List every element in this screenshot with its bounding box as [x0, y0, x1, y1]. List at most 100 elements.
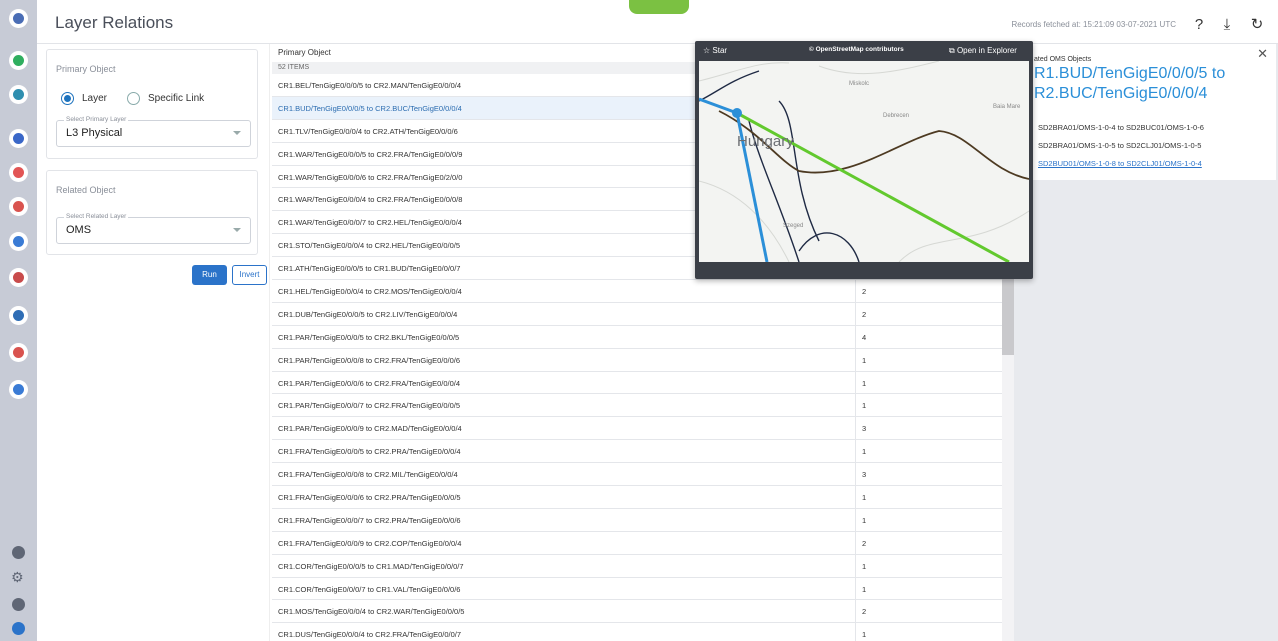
related-layer-label: Select Related Layer: [64, 213, 129, 220]
row-primary-object: CR1.HEL/TenGigE0/0/0/4 to CR2.MOS/TenGig…: [278, 287, 462, 297]
row-primary-object: CR1.PAR/TenGigE0/0/0/6 to CR2.FRA/TenGig…: [278, 378, 461, 388]
radio-layer[interactable]: Layer: [61, 92, 107, 105]
user-icon[interactable]: [12, 598, 25, 611]
chart-icon[interactable]: [9, 163, 28, 182]
close-icon[interactable]: ✕: [1257, 46, 1268, 62]
table-row[interactable]: CR1.COR/TenGigE0/0/0/7 to CR1.VAL/TenGig…: [272, 577, 1002, 601]
column-divider: [855, 486, 856, 508]
star-button[interactable]: ☆ Star: [703, 46, 727, 55]
related-item[interactable]: SD2BRA01/OMS-1-0-5 to SD2CLJ01/OMS-1-0-5: [1038, 141, 1201, 150]
row-count: 1: [862, 401, 867, 411]
row-count: 2: [862, 607, 867, 617]
related-objects-panel: ated OMS Objects ✕ R1.BUD/TenGigE0/0/0/5…: [1014, 44, 1278, 641]
invert-button[interactable]: Invert: [232, 265, 267, 285]
primary-layer-value: L3 Physical: [66, 127, 123, 139]
gear-icon[interactable]: ⚙: [11, 570, 24, 584]
row-primary-object: CR1.FRA/TenGigE0/0/0/5 to CR2.PRA/TenGig…: [278, 447, 461, 457]
row-count: 3: [862, 470, 867, 480]
row-count: 2: [862, 287, 867, 297]
drawer-tab[interactable]: [629, 0, 689, 14]
refresh-icon[interactable]: ↻: [1248, 16, 1266, 34]
open-in-explorer-button[interactable]: ⧉ Open in Explorer: [949, 46, 1017, 56]
map-toolbar: ☆ Star © OpenStreetMap contributors ⧉ Op…: [695, 41, 1033, 61]
item-count-text: 52 ITEMS: [278, 64, 310, 71]
run-button[interactable]: Run: [192, 265, 227, 285]
table-row[interactable]: CR1.FRA/TenGigE0/0/0/6 to CR2.PRA/TenGig…: [272, 486, 1002, 509]
table-row[interactable]: CR1.MOS/TenGigE0/0/0/4 to CR2.WAR/TenGig…: [272, 600, 1002, 624]
row-count: 1: [862, 447, 867, 457]
map-label-szeged: Szeged: [783, 223, 804, 229]
primary-layer-label: Select Primary Layer: [64, 116, 129, 123]
search-icon[interactable]: [9, 343, 28, 362]
table-row[interactable]: CR1.FRA/TenGigE0/0/0/5 to CR2.PRA/TenGig…: [272, 440, 1002, 464]
row-count: 2: [862, 309, 867, 319]
download-icon[interactable]: ⤓: [1218, 16, 1236, 34]
column-divider: [855, 554, 856, 577]
table-row[interactable]: CR1.PAR/TenGigE0/0/0/9 to CR2.MAD/TenGig…: [272, 417, 1002, 441]
row-count: 1: [862, 355, 867, 365]
fiber-icon[interactable]: [9, 268, 28, 287]
related-layer-select[interactable]: Select Related Layer OMS: [56, 213, 251, 244]
row-count: 1: [862, 493, 867, 503]
column-divider: [855, 302, 856, 325]
table-row[interactable]: CR1.PAR/TenGigE0/0/0/8 to CR2.FRA/TenGig…: [272, 348, 1002, 372]
table-row[interactable]: CR1.HEL/TenGigE0/0/0/4 to CR2.MOS/TenGig…: [272, 280, 1002, 303]
config-panel: Primary Object Layer Specific Link Selec…: [37, 44, 270, 641]
radio-selected-icon: [61, 92, 74, 105]
layers-icon[interactable]: [9, 380, 28, 399]
map-popup[interactable]: ☆ Star © OpenStreetMap contributors ⧉ Op…: [695, 41, 1033, 279]
help-icon[interactable]: ?: [1190, 16, 1208, 34]
shql-icon[interactable]: [9, 306, 28, 325]
row-primary-object: CR1.ATH/TenGigE0/0/0/5 to CR1.BUD/TenGig…: [278, 264, 461, 274]
row-primary-object: CR1.COR/TenGigE0/0/0/7 to CR1.VAL/TenGig…: [278, 584, 461, 594]
table-row[interactable]: CR1.COR/TenGigE0/0/0/5 to CR1.MAD/TenGig…: [272, 554, 1002, 578]
circle-icon[interactable]: [9, 85, 28, 104]
row-primary-object: CR1.BUD/TenGigE0/0/0/5 to CR2.BUC/TenGig…: [278, 103, 462, 113]
row-primary-object: CR1.WAR/TenGigE0/0/0/4 to CR2.FRA/TenGig…: [278, 195, 463, 205]
row-count: 1: [862, 561, 867, 571]
primary-layer-select[interactable]: Select Primary Layer L3 Physical: [56, 116, 251, 147]
wave-icon[interactable]: [9, 232, 28, 251]
table-row[interactable]: CR1.PAR/TenGigE0/0/0/7 to CR2.FRA/TenGig…: [272, 394, 1002, 418]
row-primary-object: CR1.FRA/TenGigE0/0/0/9 to CR2.COP/TenGig…: [278, 538, 462, 548]
flow-icon[interactable]: [9, 197, 28, 216]
compass-icon[interactable]: [9, 129, 28, 148]
table-row[interactable]: CR1.DUS/TenGigE0/0/0/4 to CR2.FRA/TenGig…: [272, 623, 1002, 641]
row-primary-object: CR1.PAR/TenGigE0/0/0/9 to CR2.MAD/TenGig…: [278, 424, 462, 434]
icon-rail: ⚙: [0, 0, 37, 641]
table-row[interactable]: CR1.FRA/TenGigE0/0/0/8 to CR2.MIL/TenGig…: [272, 463, 1002, 487]
row-count: 2: [862, 538, 867, 548]
map-canvas[interactable]: Miskolc Debrecen Baia Mare Hungary Szege…: [699, 61, 1029, 262]
row-primary-object: CR1.WAR/TenGigE0/0/0/5 to CR2.FRA/TenGig…: [278, 149, 463, 159]
column-divider: [855, 463, 856, 486]
network-icon[interactable]: [9, 9, 28, 28]
app-logo-icon: [12, 622, 25, 635]
row-primary-object: CR1.DUS/TenGigE0/0/0/4 to CR2.FRA/TenGig…: [278, 630, 462, 640]
related-object-card: Related Object Select Related Layer OMS: [46, 170, 258, 255]
row-primary-object: CR1.DUB/TenGigE0/0/0/5 to CR2.LIV/TenGig…: [278, 309, 458, 319]
table-row[interactable]: CR1.FRA/TenGigE0/0/0/9 to CR2.COP/TenGig…: [272, 531, 1002, 555]
related-item[interactable]: SD2BRA01/OMS-1-0-4 to SD2BUC01/OMS-1-0-6: [1038, 123, 1204, 132]
row-count: 1: [862, 515, 867, 525]
document-icon[interactable]: [9, 51, 28, 70]
info-icon[interactable]: [12, 546, 25, 559]
row-primary-object: CR1.STO/TenGigE0/0/0/4 to CR2.HEL/TenGig…: [278, 241, 461, 251]
table-row[interactable]: CR1.PAR/TenGigE0/0/0/5 to CR2.BKL/TenGig…: [272, 325, 1002, 349]
selected-object-title: R1.BUD/TenGigE0/0/0/5 to R2.BUC/TenGigE0…: [1034, 65, 1226, 102]
table-row[interactable]: CR1.DUB/TenGigE0/0/0/5 to CR2.LIV/TenGig…: [272, 302, 1002, 326]
primary-object-column[interactable]: Primary Object: [278, 48, 331, 57]
row-primary-object: CR1.WAR/TenGigE0/0/0/6 to CR2.FRA/TenGig…: [278, 172, 463, 182]
column-divider: [855, 417, 856, 440]
column-divider: [855, 623, 856, 641]
related-item-link[interactable]: SD2BUD01/OMS-1-0-8 to SD2CLJ01/OMS-1-0-4: [1038, 159, 1202, 168]
map-svg: [699, 61, 1029, 262]
table-row[interactable]: CR1.FRA/TenGigE0/0/0/7 to CR2.PRA/TenGig…: [272, 508, 1002, 532]
row-primary-object: CR1.FRA/TenGigE0/0/0/6 to CR2.PRA/TenGig…: [278, 493, 461, 503]
row-count: 4: [862, 332, 867, 342]
open-in-explorer-label: Open in Explorer: [956, 46, 1017, 55]
table-row[interactable]: CR1.PAR/TenGigE0/0/0/6 to CR2.FRA/TenGig…: [272, 371, 1002, 395]
row-primary-object: CR1.COR/TenGigE0/0/0/5 to CR1.MAD/TenGig…: [278, 561, 464, 571]
radio-link-label: Specific Link: [148, 93, 205, 104]
radio-specific-link[interactable]: Specific Link: [127, 92, 204, 105]
column-divider: [855, 394, 856, 417]
